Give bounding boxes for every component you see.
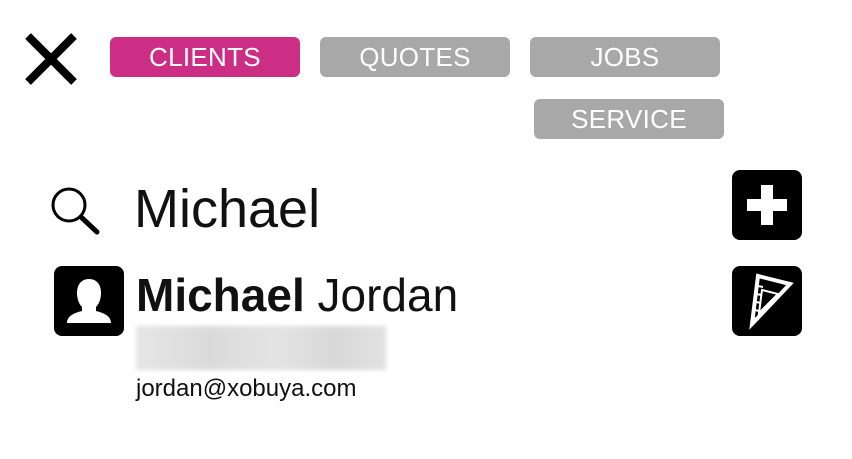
tab-clients[interactable]: CLIENTS	[110, 37, 300, 77]
new-quote-button[interactable]	[732, 266, 802, 336]
tab-jobs[interactable]: JOBS	[530, 37, 720, 77]
tab-quotes[interactable]: QUOTES	[320, 37, 510, 77]
triangle-ruler-icon	[749, 273, 794, 330]
client-first-name: Michael	[136, 269, 305, 321]
client-name: Michael Jordan	[136, 268, 458, 322]
close-x-icon	[25, 33, 77, 85]
client-phone-redacted	[136, 326, 386, 370]
plus-icon	[747, 185, 787, 225]
client-email: jordan@xobuya.com	[136, 375, 357, 402]
person-silhouette-icon	[67, 279, 111, 323]
avatar	[54, 266, 124, 336]
close-button[interactable]	[22, 32, 82, 88]
clients-screen: CLIENTS QUOTES JOBS SERVICE Michael Jord…	[0, 0, 852, 459]
search-input[interactable]	[130, 174, 698, 244]
tab-service[interactable]: SERVICE	[534, 99, 724, 139]
search-icon	[48, 185, 104, 237]
client-last-name: Jordan	[317, 269, 459, 321]
add-client-button[interactable]	[732, 170, 802, 240]
client-list-item[interactable]: Michael Jordan jordan@xobuya.com	[54, 266, 714, 416]
